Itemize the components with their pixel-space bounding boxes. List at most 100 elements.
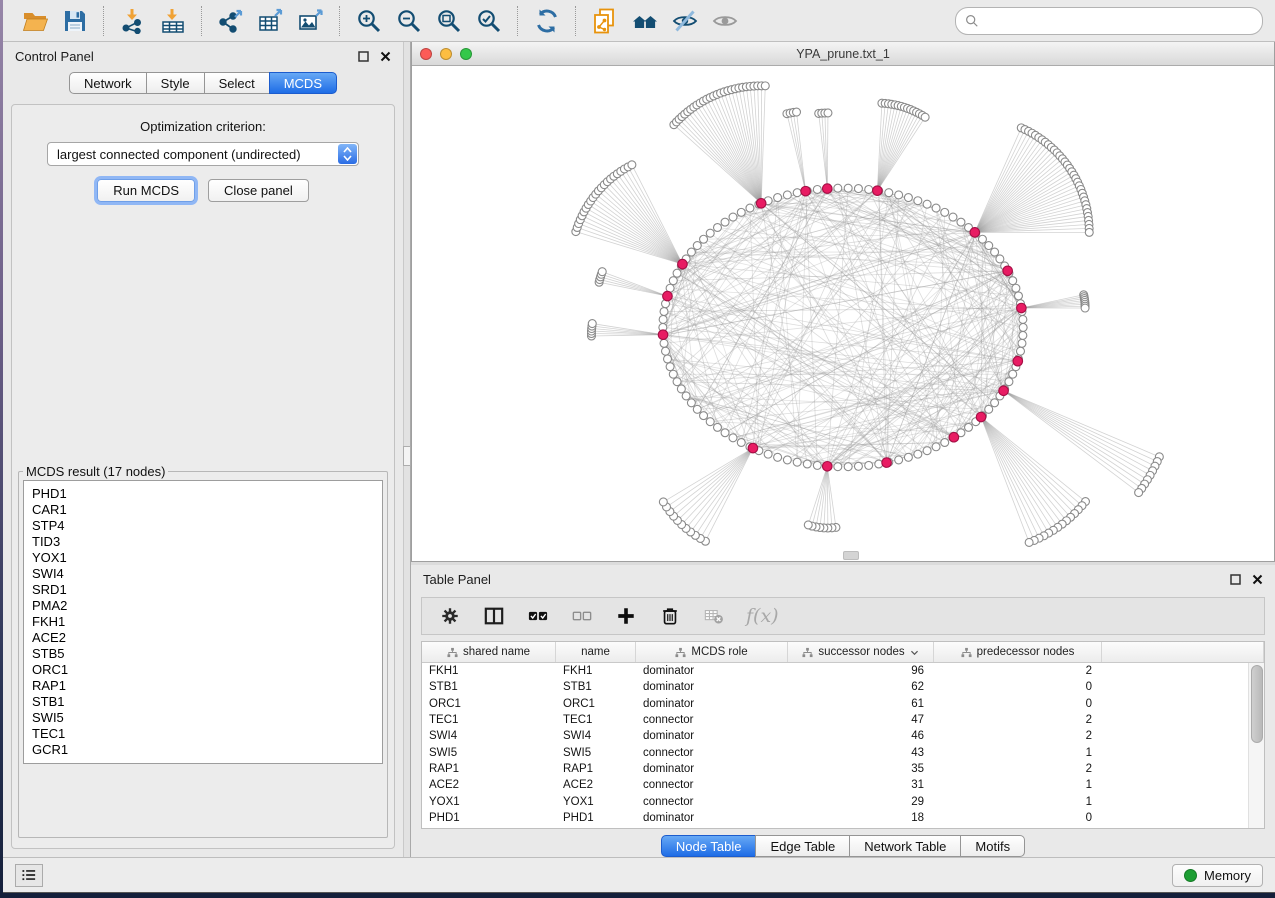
table-cell[interactable]: 47	[788, 714, 934, 726]
table-cell[interactable]: 0	[934, 681, 1102, 693]
import-network-button[interactable]	[113, 5, 153, 37]
table-cell[interactable]: RAP1	[556, 763, 636, 775]
canvas-hscroll-thumb[interactable]	[843, 551, 859, 560]
mcds-result-item[interactable]: SWI4	[32, 566, 374, 582]
mcds-result-item[interactable]: SRD1	[32, 582, 374, 598]
table-cell[interactable]: ACE2	[556, 779, 636, 791]
table-cell[interactable]: YOX1	[556, 796, 636, 808]
mcds-result-item[interactable]: YOX1	[32, 550, 374, 566]
save-button[interactable]	[55, 5, 95, 37]
mcds-result-item[interactable]: STB1	[32, 694, 374, 710]
table-cell[interactable]: PHD1	[556, 812, 636, 824]
table-row[interactable]: ACE2ACE2connector311	[422, 777, 1264, 793]
export-image-button[interactable]	[291, 5, 331, 37]
table-cell[interactable]: connector	[636, 796, 788, 808]
search-input[interactable]	[985, 12, 1253, 29]
tab-motifs[interactable]: Motifs	[960, 835, 1025, 857]
task-history-button[interactable]	[15, 864, 43, 887]
delete-table-button[interactable]	[702, 604, 726, 628]
tab-style[interactable]: Style	[146, 72, 205, 94]
table-vscroll-thumb[interactable]	[1251, 665, 1263, 743]
table-cell[interactable]: 61	[788, 698, 934, 710]
zoom-fit-button[interactable]	[429, 5, 469, 37]
add-button[interactable]	[614, 604, 638, 628]
export-network-button[interactable]	[211, 5, 251, 37]
table-cell[interactable]: ORC1	[556, 698, 636, 710]
table-panel-float-button[interactable]	[1229, 573, 1241, 585]
table-row[interactable]: STB1STB1dominator620	[422, 679, 1264, 695]
table-cell[interactable]: 2	[934, 763, 1102, 775]
mcds-result-list[interactable]: PHD1CAR1STP4TID3YOX1SWI4SRD1PMA2FKH1ACE2…	[23, 480, 383, 764]
open-button[interactable]	[15, 5, 55, 37]
table-cell[interactable]: dominator	[636, 812, 788, 824]
refresh-button[interactable]	[527, 5, 567, 37]
run-mcds-button[interactable]: Run MCDS	[97, 179, 195, 202]
mcds-result-item[interactable]: RAP1	[32, 678, 374, 694]
zoom-in-button[interactable]	[349, 5, 389, 37]
table-cell[interactable]: 1	[934, 747, 1102, 759]
tab-network[interactable]: Network	[69, 72, 147, 94]
table-cell[interactable]: 43	[788, 747, 934, 759]
window-close-traffic-light[interactable]	[420, 48, 432, 60]
search-box[interactable]	[955, 7, 1263, 35]
table-cell[interactable]: dominator	[636, 730, 788, 742]
table-cell[interactable]: FKH1	[422, 665, 556, 677]
control-panel-close-button[interactable]	[379, 50, 391, 62]
mcds-result-item[interactable]: CAR1	[32, 502, 374, 518]
table-panel-close-button[interactable]	[1251, 573, 1263, 585]
table-cell[interactable]: 62	[788, 681, 934, 693]
table-row[interactable]: SWI4SWI4dominator462	[422, 728, 1264, 744]
table-cell[interactable]: 0	[934, 812, 1102, 824]
mcds-result-item[interactable]: ORC1	[32, 662, 374, 678]
table-cell[interactable]: dominator	[636, 763, 788, 775]
table-vscrollbar[interactable]	[1248, 663, 1264, 828]
table-cell[interactable]: 1	[934, 796, 1102, 808]
import-table-button[interactable]	[153, 5, 193, 37]
table-cell[interactable]: dominator	[636, 681, 788, 693]
table-cell[interactable]: STB1	[556, 681, 636, 693]
mcds-result-item[interactable]: TID3	[32, 534, 374, 550]
table-cell[interactable]: STB1	[422, 681, 556, 693]
table-row[interactable]: RAP1RAP1dominator352	[422, 761, 1264, 777]
column-header-shared-name[interactable]: shared name	[422, 642, 556, 662]
table-cell[interactable]: TEC1	[422, 714, 556, 726]
settings-button[interactable]	[438, 604, 462, 628]
table-row[interactable]: PHD1PHD1dominator180	[422, 810, 1264, 826]
show-all-button[interactable]	[705, 5, 745, 37]
table-cell[interactable]: dominator	[636, 665, 788, 677]
hide-selected-button[interactable]	[665, 5, 705, 37]
sort-desc-icon[interactable]	[910, 649, 919, 656]
table-cell[interactable]: 18	[788, 812, 934, 824]
table-cell[interactable]: RAP1	[422, 763, 556, 775]
table-cell[interactable]: ORC1	[422, 698, 556, 710]
mcds-result-item[interactable]: ACE2	[32, 630, 374, 646]
table-row[interactable]: ORC1ORC1dominator610	[422, 696, 1264, 712]
table-cell[interactable]: SWI5	[556, 747, 636, 759]
columns-button[interactable]	[482, 604, 506, 628]
tab-select[interactable]: Select	[204, 72, 270, 94]
export-table-button[interactable]	[251, 5, 291, 37]
tab-network-table[interactable]: Network Table	[849, 835, 961, 857]
table-cell[interactable]: 96	[788, 665, 934, 677]
network-canvas[interactable]	[412, 66, 1274, 561]
table-cell[interactable]: SWI4	[422, 730, 556, 742]
mcds-result-item[interactable]: SWI5	[32, 710, 374, 726]
table-cell[interactable]: 46	[788, 730, 934, 742]
table-cell[interactable]: 29	[788, 796, 934, 808]
tab-mcds[interactable]: MCDS	[269, 72, 337, 94]
duplicate-network-button[interactable]	[585, 5, 625, 37]
close-panel-button[interactable]: Close panel	[208, 179, 309, 202]
control-panel-float-button[interactable]	[357, 50, 369, 62]
function-builder-button[interactable]: f(x)	[746, 605, 779, 627]
column-header-predecessor-nodes[interactable]: predecessor nodes	[934, 642, 1102, 662]
table-cell[interactable]: 1	[934, 779, 1102, 791]
table-cell[interactable]: 0	[934, 698, 1102, 710]
zoom-out-button[interactable]	[389, 5, 429, 37]
table-row[interactable]: SWI5SWI5connector431	[422, 744, 1264, 760]
deselect-all-button[interactable]	[570, 604, 594, 628]
table-cell[interactable]: connector	[636, 779, 788, 791]
table-row[interactable]: FKH1FKH1dominator962	[422, 663, 1264, 679]
table-cell[interactable]: SWI5	[422, 747, 556, 759]
mcds-result-item[interactable]: PHD1	[32, 486, 374, 502]
table-cell[interactable]: 35	[788, 763, 934, 775]
